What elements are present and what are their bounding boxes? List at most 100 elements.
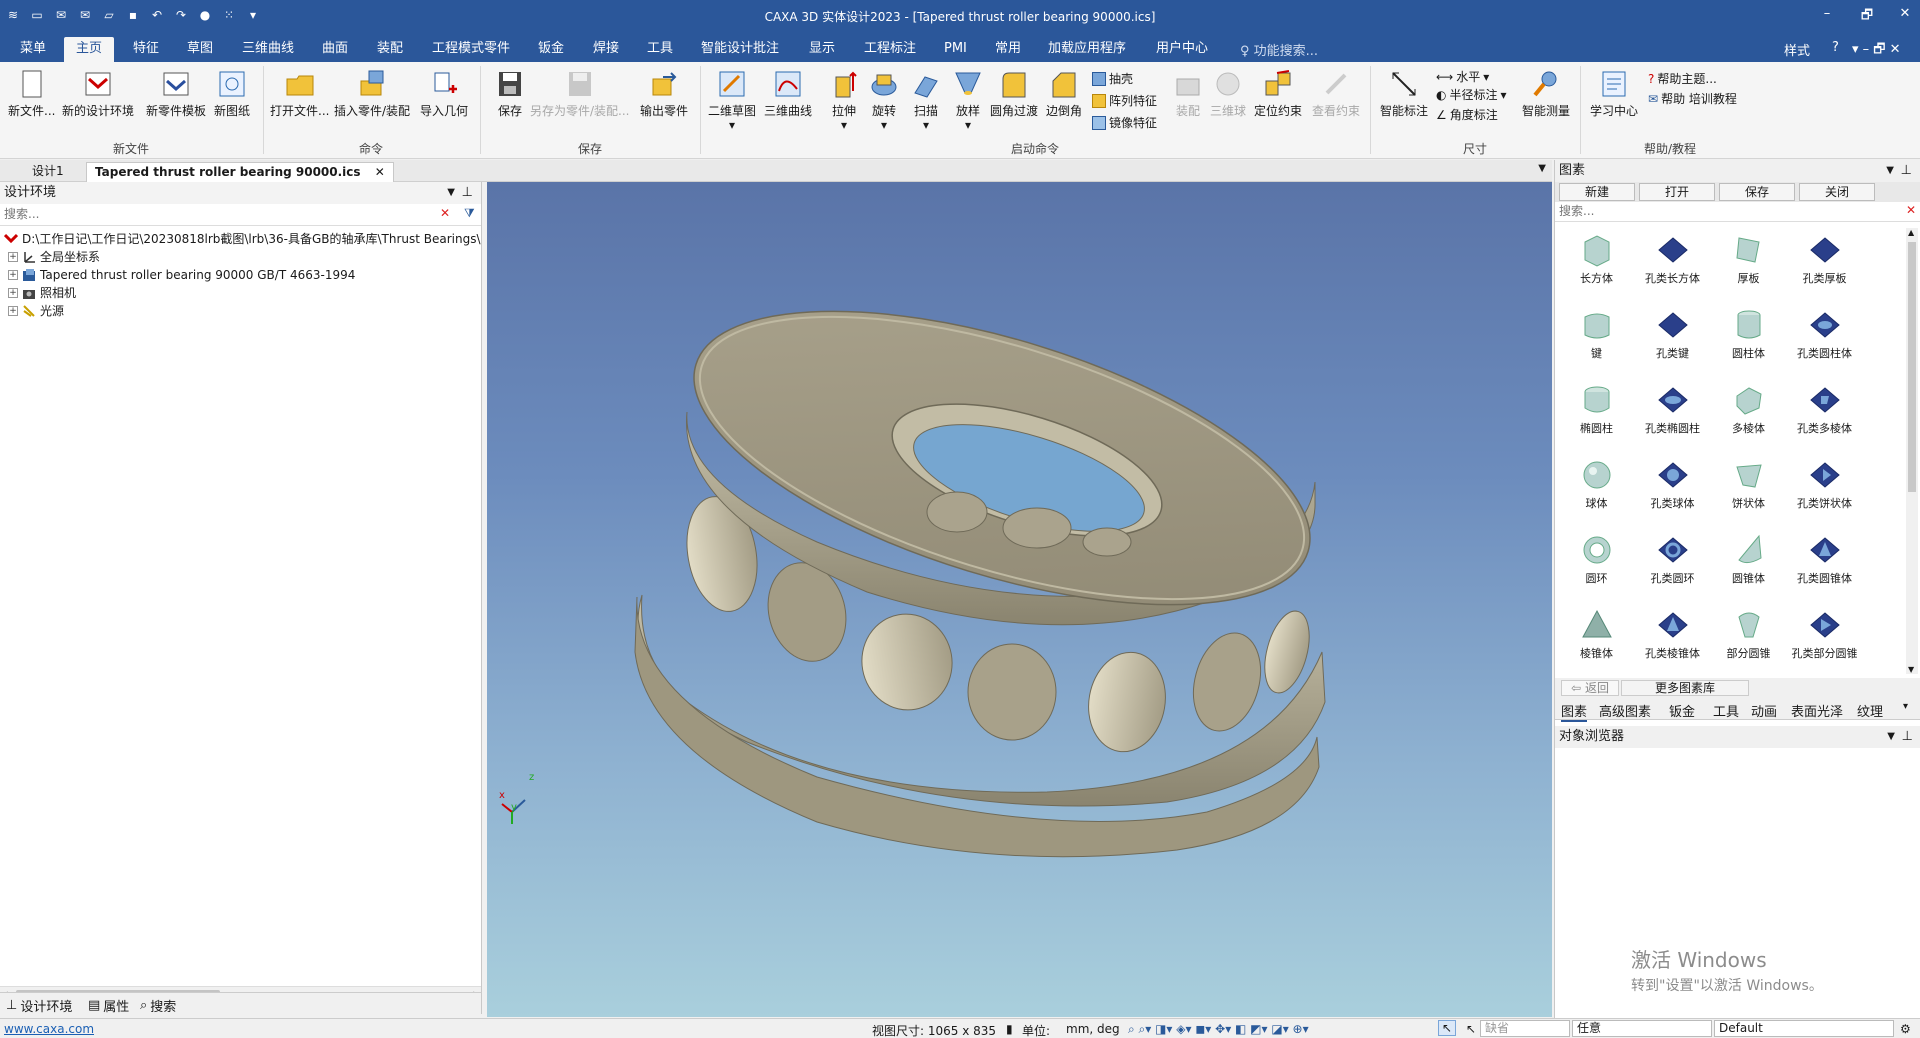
element-hole-cylinder[interactable]: 孔类圆柱体: [1787, 303, 1862, 378]
element-partial-cone[interactable]: 部分圆锥: [1711, 603, 1786, 674]
expand-icon[interactable]: +: [8, 270, 18, 280]
smart-measure-button[interactable]: 智能测量: [1522, 68, 1570, 118]
tab-surface-finish[interactable]: 表面光泽: [1791, 701, 1843, 720]
tab-search[interactable]: ⌕ 搜索: [140, 996, 176, 1015]
3d-viewport[interactable]: z x y: [487, 182, 1552, 1017]
smart-dimension-button[interactable]: 智能标注: [1380, 68, 1428, 118]
element-hole-partial-cone[interactable]: 孔类部分圆锥: [1787, 603, 1862, 674]
open-file-button[interactable]: 打开文件...: [270, 68, 329, 118]
element-torus[interactable]: 圆环: [1559, 528, 1634, 603]
tree-item-light[interactable]: + 光源: [0, 302, 481, 320]
pin-icon[interactable]: ⊥: [462, 182, 473, 204]
pointer-mode-icon[interactable]: ↖: [1466, 1022, 1476, 1036]
tab-3d-curve[interactable]: 三维曲线: [240, 37, 296, 62]
library-search-input[interactable]: [1555, 202, 1895, 220]
tab-design-environment[interactable]: ⊥ 设计环境: [6, 996, 72, 1015]
tab-weld[interactable]: 焊接: [591, 37, 621, 62]
back-button[interactable]: ⇦ 返回: [1561, 680, 1619, 696]
close-library-button[interactable]: 关闭: [1799, 183, 1875, 201]
learning-center-button[interactable]: 学习中心: [1590, 68, 1638, 118]
element-pyramid[interactable]: 棱锥体: [1559, 603, 1634, 674]
panel-dropdown-icon[interactable]: ▼: [1886, 160, 1894, 182]
mirror-feature-button[interactable]: 镜像特征: [1092, 114, 1157, 131]
element-hole-sphere[interactable]: 孔类球体: [1635, 453, 1710, 528]
scroll-down-icon[interactable]: ▼: [1908, 665, 1914, 674]
tab-properties[interactable]: ▤ 属性: [88, 996, 129, 1015]
tab-advanced-elements[interactable]: 高级图素: [1599, 701, 1651, 720]
save-library-button[interactable]: 保存: [1719, 183, 1795, 201]
tab-load-apps[interactable]: 加载应用程序: [1046, 37, 1128, 62]
pattern-feature-button[interactable]: 阵列特征: [1092, 92, 1157, 109]
new-library-button[interactable]: 新建: [1559, 183, 1635, 201]
tab-design1[interactable]: 设计1: [24, 162, 72, 182]
zoom-icon[interactable]: ⌕ ⌕▾ ◨▾ ◈▾ ◼▾ ✥▾ ◧ ◩▾ ◪▾ ⊕▾: [1128, 1022, 1309, 1037]
close-tab-icon[interactable]: ✕: [375, 165, 385, 179]
expand-icon[interactable]: +: [8, 306, 18, 316]
tab-sketch[interactable]: 草图: [185, 37, 215, 62]
element-elliptic-cylinder[interactable]: 椭圆柱: [1559, 378, 1634, 453]
tab-feature[interactable]: 特征: [131, 37, 161, 62]
view-constraint-button[interactable]: 查看约束: [1312, 68, 1360, 118]
style-menu[interactable]: 样式: [1784, 40, 1810, 59]
restore-button[interactable]: 🗗: [1852, 6, 1882, 28]
export-part-button[interactable]: 输出零件: [640, 68, 688, 118]
tab-menu[interactable]: 菜单: [18, 37, 48, 62]
tab-texture[interactable]: 纹理: [1857, 701, 1883, 720]
close-button[interactable]: ✕: [1890, 6, 1920, 21]
selection-filter-box[interactable]: 缺省: [1480, 1020, 1570, 1037]
horizontal-dimension-button[interactable]: ⟷ 水平 ▾: [1436, 68, 1489, 85]
import-geometry-button[interactable]: 导入几何: [420, 68, 468, 118]
scroll-up-icon[interactable]: ▲: [1908, 228, 1914, 237]
element-prism[interactable]: 多棱体: [1711, 378, 1786, 453]
pin-icon[interactable]: ⊥: [1901, 160, 1912, 182]
angle-dimension-button[interactable]: ∠ 角度标注: [1436, 106, 1498, 123]
new-part-template-button[interactable]: 新零件模板: [146, 68, 206, 118]
insert-part-button[interactable]: 插入零件/装配: [334, 68, 410, 118]
3d-ball-button[interactable]: 三维球: [1210, 68, 1246, 118]
element-hole-prism[interactable]: 孔类多棱体: [1787, 378, 1862, 453]
shell-button[interactable]: 抽壳: [1092, 70, 1133, 87]
element-plate[interactable]: 厚板: [1711, 228, 1786, 303]
tab-sheet-metal[interactable]: 钣金: [1669, 701, 1695, 720]
save-as-part-button[interactable]: 另存为零件/装配...: [530, 68, 630, 118]
tab-engineering-part[interactable]: 工程模式零件: [430, 37, 512, 62]
tab-list-dropdown-icon[interactable]: ▼: [1538, 163, 1546, 174]
pin-icon[interactable]: ⊥: [1902, 726, 1913, 748]
tab-tools[interactable]: 工具: [1713, 701, 1739, 720]
tab-engineering-annotation[interactable]: 工程标注: [862, 37, 918, 62]
panel-dropdown-icon[interactable]: ▼: [1887, 726, 1895, 748]
tab-smart-design[interactable]: 智能设计批注: [699, 37, 781, 62]
scroll-thumb[interactable]: [1908, 242, 1916, 492]
tab-elements[interactable]: 图素: [1561, 701, 1588, 722]
selection-any-box[interactable]: 任意: [1572, 1020, 1712, 1037]
tab-display[interactable]: 显示: [807, 37, 837, 62]
tab-animation[interactable]: 动画: [1751, 701, 1777, 720]
ribbon-minimize-icon[interactable]: ▾ – 🗗 ✕: [1852, 40, 1901, 62]
training-tutorial-button[interactable]: ✉ 帮助 培训教程: [1648, 90, 1737, 107]
element-hole-plate[interactable]: 孔类厚板: [1787, 228, 1862, 303]
help-icon[interactable]: ?: [1832, 40, 1839, 55]
filter-icon[interactable]: ⧩: [464, 206, 475, 221]
clear-search-icon[interactable]: ✕: [440, 206, 450, 220]
position-constraint-button[interactable]: 定位约束: [1254, 68, 1302, 118]
element-hole-pie[interactable]: 孔类饼状体: [1787, 453, 1862, 528]
unit-value[interactable]: mm, deg: [1066, 1022, 1120, 1036]
open-library-button[interactable]: 打开: [1639, 183, 1715, 201]
tab-pmi[interactable]: PMI: [942, 37, 969, 62]
element-cone[interactable]: 圆锥体: [1711, 528, 1786, 603]
2d-sketch-button[interactable]: 二维草图 ▾: [708, 68, 756, 132]
tree-search-input[interactable]: [0, 204, 430, 224]
help-topics-button[interactable]: ? 帮助主题...: [1648, 70, 1717, 87]
revolve-button[interactable]: 旋转 ▾: [868, 68, 900, 132]
website-link[interactable]: www.caxa.com: [4, 1022, 94, 1036]
bearing-model[interactable]: [487, 182, 1552, 1017]
element-grid-scrollbar[interactable]: ▲ ▼: [1906, 228, 1918, 674]
tree-root[interactable]: D:\工作日记\工作日记\20230818lrb截图\lrb\36-具备GB的轴…: [0, 230, 481, 248]
select-pointer-icon[interactable]: ↖: [1438, 1020, 1456, 1036]
tab-sheet-metal[interactable]: 钣金: [536, 37, 566, 62]
element-hole-cone[interactable]: 孔类圆锥体: [1787, 528, 1862, 603]
tab-tools[interactable]: 工具: [645, 37, 675, 62]
function-search[interactable]: ♀ 功能搜索...: [1240, 40, 1318, 59]
element-hole-elliptic-cylinder[interactable]: 孔类椭圆柱: [1635, 378, 1710, 453]
fillet-button[interactable]: 圆角过渡: [990, 68, 1038, 118]
